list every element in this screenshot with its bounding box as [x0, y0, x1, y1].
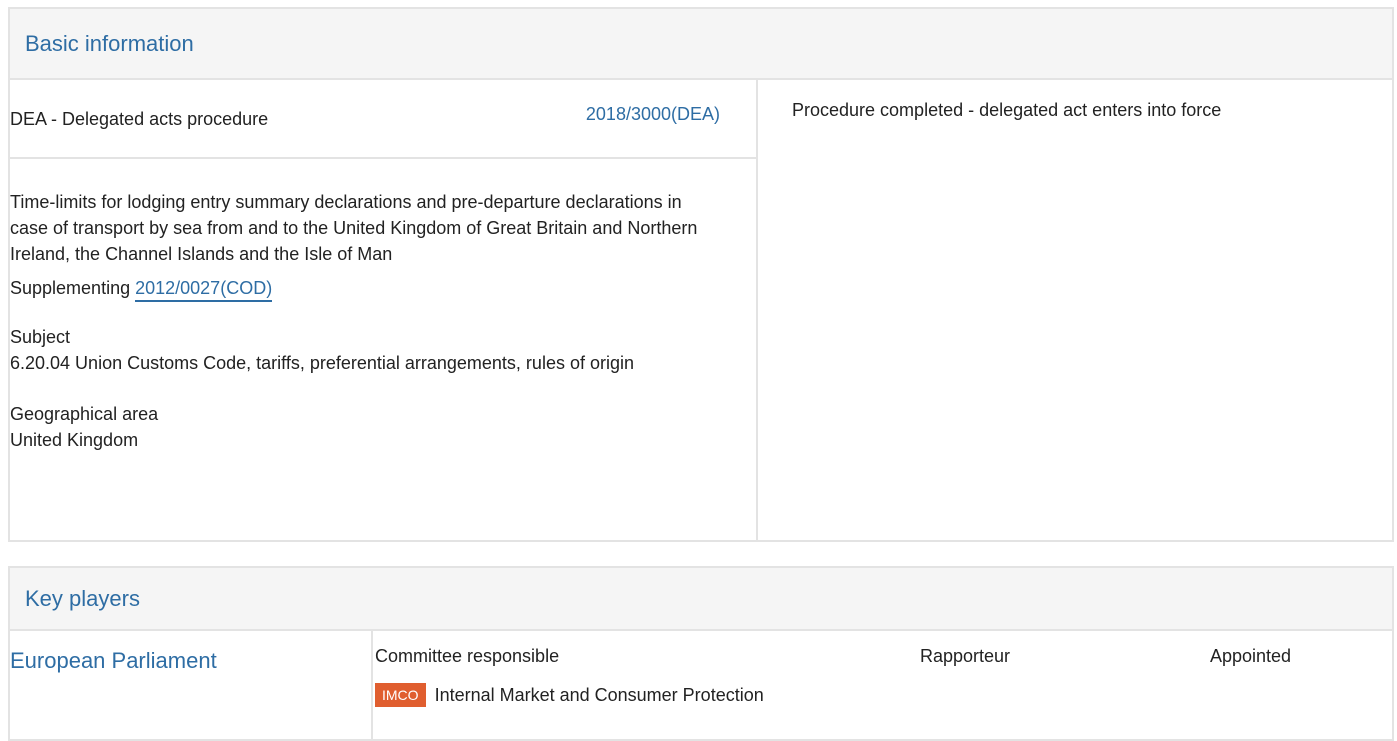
- key-players-title: Key players: [25, 585, 140, 611]
- subject-block: Subject 6.20.04 Union Customs Code, tari…: [10, 324, 756, 376]
- key-players-header: Key players: [10, 568, 1392, 631]
- procedure-details: DEA - Delegated acts procedure 2018/3000…: [10, 80, 758, 540]
- institution-cell: European Parliament: [10, 631, 373, 739]
- key-players-panel: Key players European Parliament Committe…: [8, 566, 1394, 741]
- committee-code-badge[interactable]: IMCO: [375, 683, 426, 707]
- procedure-reference: 2018/3000(DEA): [585, 104, 720, 124]
- basic-information-panel: Basic information DEA - Delegated acts p…: [8, 7, 1394, 542]
- committee-row: IMCO Internal Market and Consumer Protec…: [375, 683, 764, 707]
- committee-name: Internal Market and Consumer Protection: [434, 684, 764, 705]
- procedure-type: DEA - Delegated acts procedure: [10, 109, 269, 129]
- basic-information-title: Basic information: [25, 30, 194, 56]
- procedure-row: DEA - Delegated acts procedure 2018/3000…: [10, 80, 756, 159]
- geographical-area-value: United Kingdom: [10, 430, 139, 450]
- procedure-description: Time-limits for lodging entry summary de…: [10, 159, 756, 453]
- geographical-area-label: Geographical area: [10, 404, 159, 424]
- appointed-heading: Appointed: [1210, 646, 1292, 666]
- rapporteur-heading: Rapporteur: [920, 646, 1011, 666]
- supplementing-line: Supplementing 2012/0027(COD): [10, 278, 756, 302]
- supplementing-label: Supplementing: [10, 278, 131, 298]
- procedure-title: Time-limits for lodging entry summary de…: [10, 192, 698, 264]
- geographical-area-block: Geographical area United Kingdom: [10, 401, 756, 453]
- procedure-status: Procedure completed - delegated act ente…: [792, 100, 1222, 120]
- institution-name: European Parliament: [10, 648, 217, 673]
- subject-value: 6.20.04 Union Customs Code, tariffs, pre…: [10, 353, 634, 373]
- subject-label: Subject: [10, 327, 71, 347]
- supplementing-link[interactable]: 2012/0027(COD): [135, 278, 273, 302]
- key-players-table: Committee responsible Rapporteur Appoint…: [373, 631, 1392, 739]
- committee-responsible-heading: Committee responsible: [375, 646, 560, 666]
- procedure-status-column: Procedure completed - delegated act ente…: [758, 80, 1392, 540]
- basic-information-header: Basic information: [10, 9, 1392, 80]
- basic-information-body: DEA - Delegated acts procedure 2018/3000…: [10, 80, 1392, 540]
- key-players-body: European Parliament Committee responsibl…: [10, 631, 1392, 739]
